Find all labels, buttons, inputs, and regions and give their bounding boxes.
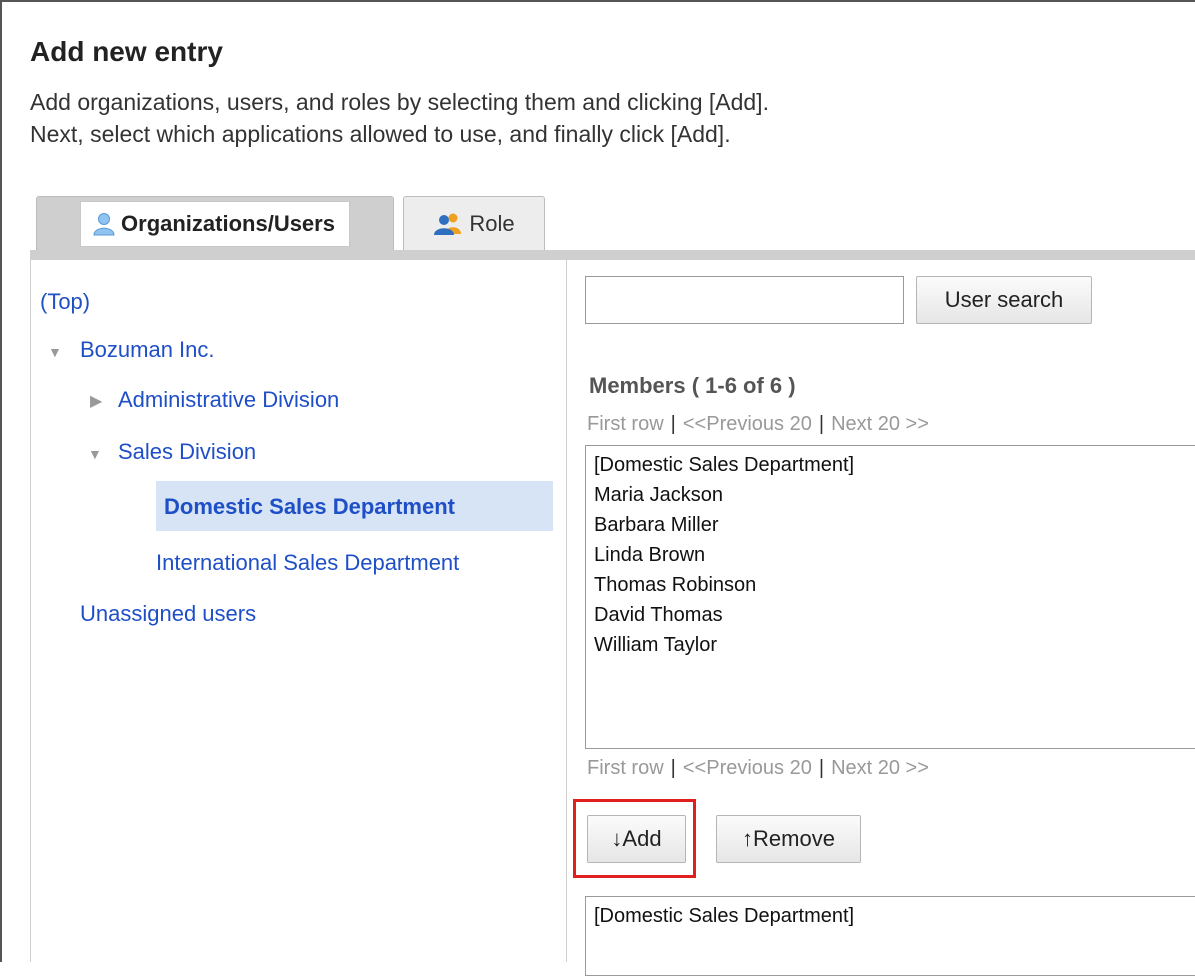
tab-role[interactable]: Role: [403, 196, 545, 250]
triangle-right-icon[interactable]: ▶: [90, 391, 102, 411]
description-line-1: Add organizations, users, and roles by s…: [30, 89, 769, 115]
add-button-highlight: [573, 799, 696, 878]
list-item[interactable]: Maria Jackson: [594, 480, 1195, 510]
list-item[interactable]: Linda Brown: [594, 540, 1195, 570]
members-title: Members ( 1-6 of 6 ): [589, 373, 796, 398]
user-icon: [91, 212, 117, 236]
previous-20-link[interactable]: <<Previous 20: [683, 413, 812, 435]
tree-item-sales[interactable]: Sales Division: [118, 439, 256, 465]
list-item[interactable]: [Domestic Sales Department]: [594, 450, 1195, 480]
tree-item-domestic[interactable]: Domestic Sales Department: [164, 494, 455, 520]
tree-item-top[interactable]: (Top): [40, 289, 90, 315]
tree-item-unassigned[interactable]: Unassigned users: [80, 601, 256, 627]
first-row-link[interactable]: First row: [587, 757, 664, 779]
user-search-input[interactable]: [585, 276, 904, 324]
role-icon: [433, 212, 465, 236]
remove-button[interactable]: ↑Remove: [716, 815, 861, 863]
list-item[interactable]: David Thomas: [594, 600, 1195, 630]
description-line-2: Next, select which applications allowed …: [30, 121, 731, 147]
members-pager-top: First row | <<Previous 20 | Next 20 >>: [587, 413, 929, 436]
tab-label: Organizations/Users: [121, 210, 335, 236]
pager-separator: |: [818, 757, 825, 779]
members-listbox[interactable]: [Domestic Sales Department] Maria Jackso…: [585, 445, 1195, 749]
tab-underline: [30, 250, 1195, 260]
list-item[interactable]: [Domestic Sales Department]: [594, 901, 1195, 931]
triangle-down-icon[interactable]: ▼: [48, 344, 62, 360]
next-20-link[interactable]: Next 20 >>: [831, 757, 929, 779]
tree-item-administrative[interactable]: Administrative Division: [118, 387, 339, 413]
selected-listbox[interactable]: [Domestic Sales Department]: [585, 896, 1195, 976]
next-20-link[interactable]: Next 20 >>: [831, 413, 929, 435]
user-search-button[interactable]: User search: [916, 276, 1092, 324]
pager-separator: |: [818, 413, 825, 435]
previous-20-link[interactable]: <<Previous 20: [683, 757, 812, 779]
list-item[interactable]: Barbara Miller: [594, 510, 1195, 540]
tab-organizations-users[interactable]: Organizations/Users: [36, 196, 394, 250]
page-title: Add new entry: [30, 36, 223, 67]
page-description: Add organizations, users, and roles by s…: [30, 86, 769, 150]
members-pager-bottom: First row | <<Previous 20 | Next 20 >>: [587, 757, 929, 780]
tab-bar: Organizations/Users Role: [30, 196, 1195, 256]
first-row-link[interactable]: First row: [587, 413, 664, 435]
triangle-down-icon[interactable]: ▼: [88, 446, 102, 462]
tab-label: Role: [469, 210, 515, 236]
tree-item-bozuman[interactable]: Bozuman Inc.: [80, 337, 215, 363]
list-item[interactable]: Thomas Robinson: [594, 570, 1195, 600]
list-item[interactable]: William Taylor: [594, 630, 1195, 660]
pager-separator: |: [670, 757, 676, 779]
pager-separator: |: [670, 413, 676, 435]
tree-item-international[interactable]: International Sales Department: [156, 550, 459, 576]
